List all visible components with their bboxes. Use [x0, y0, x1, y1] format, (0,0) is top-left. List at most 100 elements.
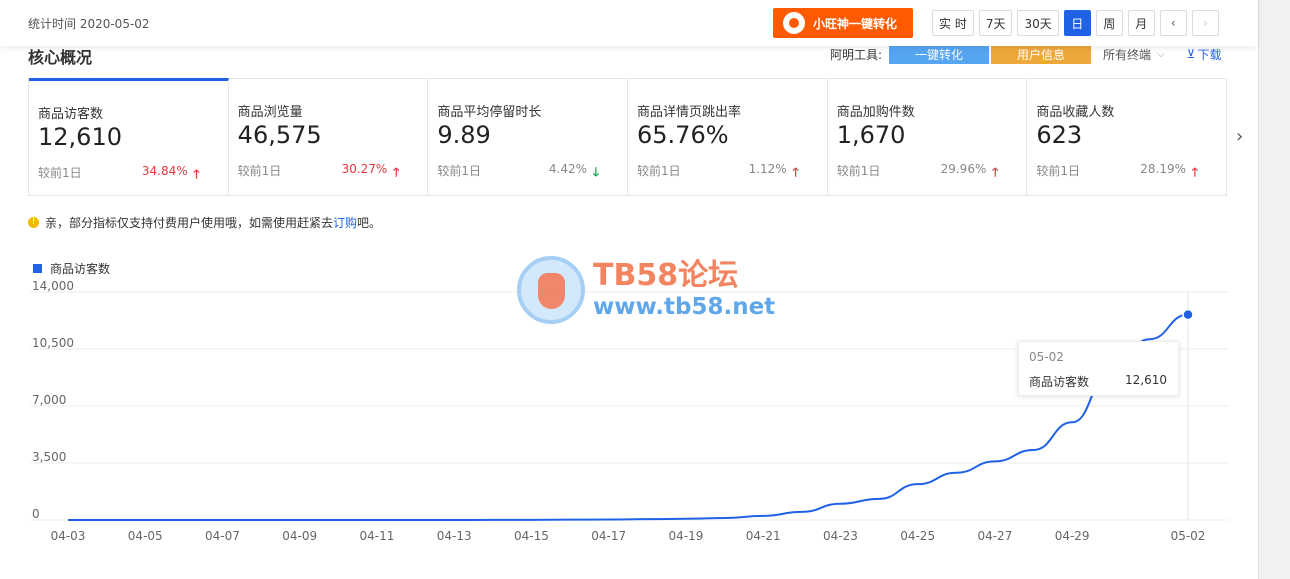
- y-tick-label: 3,500: [32, 450, 66, 464]
- watermark-url: www.tb58.net: [593, 294, 776, 320]
- metric-value: 46,575: [237, 121, 322, 149]
- metric-label: 商品平均停留时长: [437, 105, 542, 120]
- terminal-select-value: 所有终端: [1103, 47, 1152, 62]
- chevron-right-icon[interactable]: ›: [1236, 126, 1243, 147]
- hand-logo-icon: [517, 256, 585, 324]
- tooltip-date: 05-02: [1029, 350, 1064, 364]
- info-icon: !: [28, 217, 39, 228]
- download-link[interactable]: ⊻ 下载: [1187, 46, 1222, 63]
- metric-label: 商品浏览量: [237, 105, 303, 120]
- metric-compare: 较前1日: [637, 164, 681, 178]
- x-tick-label: 04-27: [977, 529, 1012, 543]
- notice-suffix: 吧。: [357, 216, 382, 230]
- convert-button-label: 小旺神一键转化: [813, 16, 898, 31]
- metric-label: 商品加购件数: [836, 105, 915, 120]
- period-selector: 实 时 7天 30天 日 周 月 ‹ ›: [932, 10, 1219, 36]
- paid-notice: ! 亲，部分指标仅支持付费用户使用哦，如需使用赶紧去 订购 吧。: [28, 214, 381, 231]
- top-toolbar: 统计时间 2020-05-02 小旺神一键转化 实 时 7天 30天 日 周 月…: [0, 0, 1258, 46]
- metric-value: 9.89: [437, 121, 491, 149]
- y-tick-label: 7,000: [32, 393, 66, 407]
- metric-card-bounce-rate[interactable]: 商品详情页跳出率 65.76% 较前1日 1.12% 🡑: [628, 79, 828, 195]
- metric-value: 65.76%: [637, 121, 729, 149]
- metric-cards: 商品访客数 12,610 较前1日 34.84% 🡑 商品浏览量 46,575 …: [28, 78, 1227, 196]
- arrow-up-icon: 🡑: [792, 165, 799, 179]
- x-tick-label: 04-21: [746, 529, 781, 543]
- period-7day-button[interactable]: 7天: [978, 10, 1013, 36]
- notice-text: 亲，部分指标仅支持付费用户使用哦，如需使用赶紧去: [45, 216, 334, 230]
- x-tick-label: 04-09: [282, 529, 317, 543]
- y-tick-label: 0: [32, 507, 40, 521]
- terminal-select[interactable]: 所有终端 ⌵: [1103, 46, 1165, 63]
- arrow-up-icon: 🡑: [193, 167, 200, 181]
- arrow-down-icon: 🡓: [592, 165, 600, 179]
- chevron-down-icon: ⌵: [1157, 48, 1165, 60]
- period-day-button[interactable]: 日: [1063, 10, 1091, 36]
- tool-userinfo-button[interactable]: 用户信息: [991, 44, 1092, 64]
- x-tick-label: 04-05: [128, 529, 163, 543]
- metric-card-pageviews[interactable]: 商品浏览量 46,575 较前1日 30.27% 🡑: [228, 79, 429, 195]
- watermark-title: TB58论坛: [593, 258, 739, 293]
- metric-compare: 较前1日: [836, 164, 881, 178]
- metric-compare: 较前1日: [237, 164, 282, 178]
- legend-label: 商品访客数: [50, 262, 111, 276]
- x-tick-label: 05-02: [1171, 529, 1206, 543]
- metric-label: 商品收藏人数: [1036, 105, 1115, 120]
- prev-date-button[interactable]: ‹: [1159, 10, 1187, 36]
- arrow-up-icon: 🡑: [992, 165, 999, 179]
- data-point: [1182, 308, 1194, 321]
- page-scrollbar[interactable]: [1258, 0, 1290, 579]
- period-week-button[interactable]: 周: [1095, 10, 1123, 36]
- metric-compare: 较前1日: [437, 164, 481, 178]
- chart-tooltip: 05-02 商品访客数 12,610: [1018, 341, 1179, 396]
- metric-rate: 1.12%: [748, 162, 787, 176]
- x-tick-label: 04-13: [437, 529, 472, 543]
- legend-swatch: [33, 264, 42, 273]
- tooltip-value: 12,610: [1125, 373, 1167, 387]
- metric-card-add-to-cart[interactable]: 商品加购件数 1,670 较前1日 29.96% 🡑: [827, 79, 1028, 195]
- subscribe-link[interactable]: 订购: [333, 214, 357, 231]
- forum-watermark: TB58论坛 www.tb58.net: [517, 256, 775, 324]
- x-tick-label: 04-17: [591, 529, 626, 543]
- tool-convert-button[interactable]: 一键转化: [889, 44, 990, 64]
- metric-rate: 28.19%: [1140, 162, 1187, 176]
- metric-value: 1,670: [836, 121, 906, 149]
- metric-compare: 较前1日: [1036, 164, 1080, 178]
- next-date-button[interactable]: ›: [1191, 10, 1219, 36]
- x-tick-label: 04-19: [668, 529, 703, 543]
- metric-rate: 34.84%: [141, 164, 188, 178]
- metric-label: 商品详情页跳出率: [637, 105, 742, 120]
- period-realtime-button[interactable]: 实 时: [932, 10, 974, 36]
- y-tick-label: 14,000: [32, 280, 74, 293]
- metric-card-visitors[interactable]: 商品访客数 12,610 较前1日 34.84% 🡑: [29, 78, 229, 195]
- download-label: 下载: [1197, 47, 1222, 62]
- x-tick-label: 04-25: [900, 529, 935, 543]
- metric-card-dwell-time[interactable]: 商品平均停留时长 9.89 较前1日 4.42% 🡓: [428, 79, 629, 195]
- metric-rate: 30.27%: [341, 162, 388, 176]
- one-click-convert-button[interactable]: 小旺神一键转化: [773, 8, 913, 38]
- x-tick-label: 04-15: [514, 529, 549, 543]
- xiaowangshen-logo-icon: [783, 12, 805, 34]
- tooltip-series-name: 商品访客数: [1029, 375, 1090, 389]
- metric-card-favorites[interactable]: 商品收藏人数 623 较前1日 28.19% 🡑: [1027, 79, 1227, 195]
- chart-legend[interactable]: 商品访客数: [33, 260, 110, 277]
- section-title: 核心概况: [28, 48, 93, 67]
- metric-rate: 29.96%: [940, 162, 987, 176]
- x-tick-label: 04-23: [823, 529, 858, 543]
- stat-time: 统计时间 2020-05-02: [28, 17, 150, 31]
- metric-value: 623: [1036, 121, 1083, 149]
- arrow-up-icon: 🡑: [1191, 165, 1199, 179]
- period-30day-button[interactable]: 30天: [1017, 10, 1059, 36]
- metric-value: 12,610: [38, 123, 122, 151]
- y-tick-label: 10,500: [32, 336, 74, 350]
- download-icon: ⊻: [1186, 47, 1196, 61]
- x-tick-label: 04-07: [205, 529, 240, 543]
- metric-compare: 较前1日: [38, 166, 82, 180]
- metric-rate: 4.42%: [548, 162, 588, 176]
- arrow-up-icon: 🡑: [393, 165, 400, 179]
- metric-label: 商品访客数: [38, 107, 104, 122]
- period-month-button[interactable]: 月: [1127, 10, 1155, 36]
- x-tick-label: 04-11: [360, 529, 395, 543]
- tools-bar: 阿明工具: 一键转化 用户信息 所有终端 ⌵ ⊻ 下载: [830, 44, 1221, 64]
- tools-label: 阿明工具:: [830, 47, 883, 62]
- x-tick-label: 04-03: [51, 529, 86, 543]
